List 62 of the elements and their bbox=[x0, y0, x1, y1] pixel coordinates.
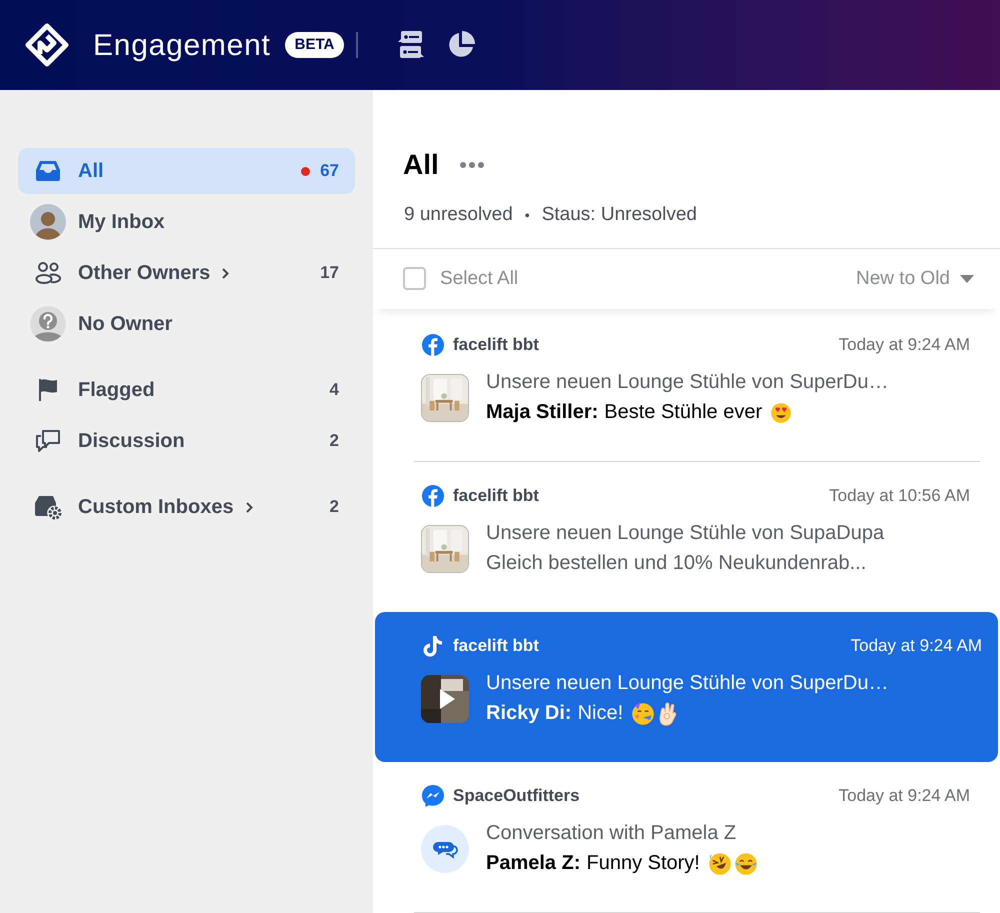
inbox-icon bbox=[35, 160, 61, 182]
timestamp: Today at 9:24 AM bbox=[838, 334, 970, 356]
flag-icon bbox=[37, 378, 59, 402]
inbox-settings-icon bbox=[34, 494, 62, 520]
video-thumbnail[interactable] bbox=[421, 674, 469, 723]
message-subject: Unsere neuen Lounge Stühle von SuperDu… bbox=[486, 671, 888, 696]
unresolved-count: 9 unresolved bbox=[404, 202, 513, 227]
logo-icon bbox=[24, 22, 70, 68]
conversation-card[interactable]: SpaceOutfitters Today at 9:24 AM Conversation with Pamela Z Pamela Z: Funny Story! bbox=[387, 762, 986, 912]
message-text: Beste Stühle ever bbox=[604, 400, 762, 426]
sidebar-item-label: Flagged bbox=[78, 378, 155, 403]
sidebar-item[interactable]: Discussion 2 bbox=[18, 418, 355, 464]
account-name: facelift bbt bbox=[453, 635, 539, 658]
account-name: SpaceOutfitters bbox=[453, 785, 580, 808]
author-name: Maja Stiller: bbox=[486, 400, 598, 426]
discussion-icon bbox=[35, 429, 61, 453]
unknown-user-icon bbox=[30, 306, 66, 342]
conversation-card[interactable]: facelift bbt Today at 10:56 AM Unsere neuen Lounge Stühle von SupaDupa Gleich bestellen und 10% Neukundenrab... bbox=[387, 462, 986, 612]
item-count: 2 bbox=[330, 496, 339, 518]
author-name: Ricky Di: bbox=[486, 701, 572, 726]
sidebar-item-label: No Owner bbox=[78, 312, 172, 337]
sidebar-item-label: Discussion bbox=[78, 429, 185, 454]
item-count: 67 bbox=[320, 160, 339, 182]
caret-down-icon bbox=[960, 274, 974, 283]
timestamp: Today at 10:56 AM bbox=[829, 485, 970, 508]
pie-chart-icon[interactable] bbox=[446, 30, 476, 60]
user-avatar-icon bbox=[30, 204, 66, 240]
sidebar-item[interactable]: Flagged 4 bbox=[18, 367, 355, 413]
message-preview: Gleich bestellen und 10% Neukundenrab... bbox=[486, 551, 868, 576]
people-icon bbox=[35, 261, 61, 285]
beta-badge: BETA bbox=[284, 32, 344, 58]
item-count: 4 bbox=[330, 379, 339, 402]
message-text: Nice! bbox=[578, 701, 624, 726]
sidebar-item-label: All bbox=[78, 159, 104, 184]
item-count: 17 bbox=[320, 262, 339, 284]
page-title: All bbox=[403, 148, 439, 182]
conversation-card-selected[interactable]: facelift bbt Today at 9:24 AM Unsere neuen Lounge Stühle von SuperDu… Ricky Di: Nice! bbox=[375, 612, 998, 762]
author-name: Pamela Z: bbox=[486, 851, 580, 876]
timestamp: Today at 9:24 AM bbox=[838, 785, 970, 808]
sidebar-item[interactable]: Other Owners 17 bbox=[18, 250, 355, 296]
sidebar-item-label: Custom Inboxes bbox=[78, 495, 234, 520]
sidebar-item[interactable]: No Owner bbox=[18, 301, 355, 347]
conversation-card[interactable]: facelift bbt Today at 9:24 AM Unsere neuen Lounge Stühle von SuperDu… Maja Stiller: Beste Stühle ever bbox=[387, 311, 986, 462]
list-icon[interactable] bbox=[398, 30, 424, 60]
timestamp: Today at 9:24 AM bbox=[850, 635, 982, 658]
sidebar-item[interactable]: All 67 bbox=[18, 148, 355, 194]
account-name: facelift bbt bbox=[453, 334, 539, 356]
account-name: facelift bbt bbox=[453, 485, 539, 508]
status-filter: Staus: Unresolved bbox=[542, 202, 697, 227]
message-text: Funny Story! bbox=[586, 851, 700, 876]
sidebar-item-label: Other Owners bbox=[78, 261, 210, 286]
message-subject: Conversation with Pamela Z bbox=[486, 821, 738, 846]
sidebar-item[interactable]: Custom Inboxes 2 bbox=[18, 484, 355, 530]
sidebar-item-label: My Inbox bbox=[78, 210, 165, 235]
message-subject: Unsere neuen Lounge Stühle von SupaDupa bbox=[486, 521, 884, 546]
more-icon[interactable] bbox=[458, 160, 485, 169]
app-title: Engagement bbox=[93, 28, 271, 64]
message-subject: Unsere neuen Lounge Stühle von SuperDu… bbox=[486, 370, 888, 396]
separator-dot: • bbox=[524, 206, 530, 225]
sidebar-item[interactable]: My Inbox bbox=[18, 199, 355, 245]
select-all-checkbox[interactable] bbox=[403, 267, 426, 290]
item-count: 2 bbox=[330, 430, 339, 452]
